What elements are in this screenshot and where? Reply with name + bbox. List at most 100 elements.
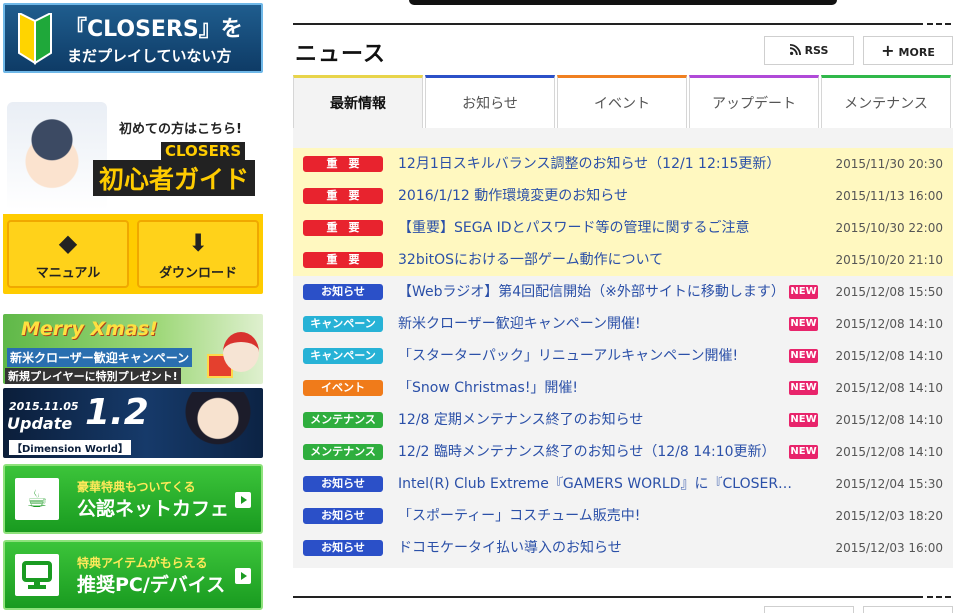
news-date: 2015/11/30 20:30 [835, 157, 943, 171]
manual-diamond-icon: ◆ [58, 229, 78, 257]
news-row[interactable]: イベント 「Snow Christmas!」開催! NEW 2015/12/08 14… [293, 372, 953, 404]
news-title-link[interactable]: 「Snow Christmas!」開催! [398, 380, 578, 396]
news-row[interactable]: キャンペーン 新米クローザー歓迎キャンペーン開催! NEW 2015/12/08 14… [293, 308, 953, 340]
news-title-link[interactable]: 12月1日スキルバランス調整のお知らせ（12/1 12:15更新） [398, 156, 780, 172]
news-heading: ニュース [295, 42, 386, 67]
coffee-cup-icon: ☕ [26, 485, 48, 513]
news-title-link[interactable]: 「スポーティー」コスチューム販売中! [398, 508, 640, 524]
next-section-rss-button[interactable] [764, 606, 854, 613]
new-badge: NEW [789, 317, 818, 331]
news-row[interactable]: キャンペーン 「スターターパック」リニューアルキャンペーン開催! NEW 2015/1… [293, 340, 953, 372]
news-row[interactable]: お知らせ 【Webラジオ】第4回配信開始（※外部サイトに移動します） NEW 2015… [293, 276, 953, 308]
rss-button[interactable]: RSS [764, 36, 854, 65]
net-cafe-banner-caption: 豪華特典もついてくる [77, 480, 196, 494]
download-button[interactable]: ⬇ ダウンロード [137, 220, 259, 288]
news-title-link[interactable]: 「スターターパック」リニューアルキャンペーン開催! [398, 348, 738, 364]
news-row[interactable]: 重 要 12月1日スキルバランス調整のお知らせ（12/1 12:15更新） 2015… [293, 148, 953, 180]
news-category-badge: イベント [303, 380, 383, 396]
net-cafe-icon-box: ☕ [15, 478, 59, 520]
news-row[interactable]: 重 要 32bitOSにおける一部ゲーム動作について 2015/10/20 21:1… [293, 244, 953, 276]
news-date: 2015/11/13 16:00 [835, 189, 943, 203]
tab-latest[interactable]: 最新情報 [293, 75, 423, 129]
news-title-link[interactable]: 【重要】SEGA IDとパスワード等の管理に関するご注意 [398, 220, 750, 236]
net-cafe-banner-title: 公認ネットカフェ [77, 498, 230, 520]
tab-maintenance[interactable]: メンテナンス [821, 75, 951, 129]
news-category-badge: メンテナンス [303, 444, 383, 460]
news-category-badge: 重 要 [303, 252, 383, 268]
xmas-banner-subtitle: 新米クローザー歓迎キャンペーン [7, 348, 193, 367]
plus-icon: + [881, 41, 895, 60]
news-category-badge: お知らせ [303, 508, 383, 524]
rss-button-label: RSS [804, 44, 829, 57]
arrow-right-icon [235, 492, 251, 508]
news-title-link[interactable]: 12/8 定期メンテナンス終了のお知らせ [398, 412, 643, 428]
news-row[interactable]: メンテナンス 12/2 臨時メンテナンス終了のお知らせ（12/8 14:10更新）… [293, 436, 953, 468]
news-category-badge: お知らせ [303, 540, 383, 556]
update-banner-world: 【Dimension World】 [9, 440, 131, 455]
news-date: 2015/12/08 15:50 [835, 285, 943, 299]
xmas-banner-title: Merry Xmas! [21, 318, 158, 340]
more-button[interactable]: + MORE [863, 36, 953, 65]
monitor-icon [22, 561, 52, 589]
tab-update[interactable]: アップデート [689, 75, 819, 129]
guide-header-area[interactable]: 初めての方はこちら! CLOSERS 初心者ガイド [3, 94, 263, 214]
news-category-badge: キャンペーン [303, 316, 383, 332]
left-banner-column: 『CLOSERS』を まだプレイしていない方 初めての方はこちら! CLOSER… [3, 0, 263, 613]
xmas-banner-caption: 新規プレイヤーに特別プレゼント! [5, 368, 181, 384]
next-section-rule [293, 596, 923, 598]
news-title-link[interactable]: 12/2 臨時メンテナンス終了のお知らせ（12/8 14:10更新） [398, 444, 776, 460]
update-banner-date: 2015.11.05 [9, 400, 79, 413]
news-category-badge: お知らせ [303, 284, 383, 300]
guide-character-illustration [7, 102, 107, 210]
tab-event[interactable]: イベント [557, 75, 687, 129]
beginner-guide-panel: 初めての方はこちら! CLOSERS 初心者ガイド ◆ マニュアル ⬇ ダウンロ… [3, 94, 263, 294]
recommended-pc-banner[interactable]: 特典アイテムがもらえる 推奨PC/デバイス [3, 540, 263, 610]
news-date: 2015/12/08 14:10 [835, 317, 943, 331]
news-row[interactable]: お知らせ 「スポーティー」コスチューム販売中! 2015/12/03 18:20 [293, 500, 953, 532]
new-badge: NEW [789, 413, 818, 427]
download-button-label: ダウンロード [158, 266, 237, 281]
news-date: 2015/12/04 15:30 [835, 477, 943, 491]
news-date: 2015/12/08 14:10 [835, 445, 943, 459]
news-title-link[interactable]: 32bitOSにおける一部ゲーム動作について [398, 252, 663, 268]
new-badge: NEW [789, 285, 818, 299]
beginner-banner[interactable]: 『CLOSERS』を まだプレイしていない方 [3, 3, 263, 73]
news-date: 2015/12/08 14:10 [835, 381, 943, 395]
news-date: 2015/10/20 21:10 [835, 253, 943, 267]
guide-intro-text: 初めての方はこちら! [119, 122, 242, 137]
news-category-badge: メンテナンス [303, 412, 383, 428]
next-section-more-button[interactable] [863, 606, 953, 613]
news-category-badge: キャンペーン [303, 348, 383, 364]
news-row[interactable]: 重 要【重要】SEGA IDとパスワード等の管理に関するご注意 2015/10/3… [293, 212, 953, 244]
arrow-right-icon [235, 568, 251, 584]
update-banner[interactable]: 2015.11.05 Update 1.2 【Dimension World】 [3, 388, 263, 458]
update-banner-version: 1.2 [85, 392, 149, 433]
news-tabs: 最新情報 お知らせ イベント アップデート メンテナンス [293, 75, 953, 129]
news-title-link[interactable]: ドコモケータイ払い導入のお知らせ [398, 540, 622, 556]
manual-button[interactable]: ◆ マニュアル [7, 220, 129, 288]
news-row[interactable]: お知らせ ドコモケータイ払い導入のお知らせ 2015/12/03 16:00 [293, 532, 953, 564]
news-row[interactable]: 重 要 2016/1/12 動作環境変更のお知らせ 2015/11/13 16:00 [293, 180, 953, 212]
news-header-dash [927, 23, 953, 25]
manual-button-label: マニュアル [35, 266, 101, 281]
news-row[interactable]: メンテナンス 12/8 定期メンテナンス終了のお知らせ NEW 2015/12/08 … [293, 404, 953, 436]
tab-notice[interactable]: お知らせ [425, 75, 555, 129]
news-category-badge: お知らせ [303, 476, 383, 492]
news-title-link[interactable]: 2016/1/12 動作環境変更のお知らせ [398, 188, 628, 204]
news-title-link[interactable]: Intel(R) Club Extreme『GAMERS WORLD』に『CLO… [398, 476, 793, 492]
more-button-label: MORE [898, 46, 935, 59]
guide-title-text: 初心者ガイド [93, 160, 256, 196]
news-category-badge: 重 要 [303, 188, 383, 204]
xmas-campaign-banner[interactable]: Merry Xmas! 新米クローザー歓迎キャンペーン 新規プレイヤーに特別プレ… [3, 314, 263, 384]
news-title-link[interactable]: 新米クローザー歓迎キャンペーン開催! [398, 316, 641, 332]
beginner-leaf-icon [18, 13, 52, 65]
news-section: ニュース RSS + MORE 最新情報 お知らせ イベント アップデート メンテ… [293, 0, 953, 613]
net-cafe-banner[interactable]: ☕ 豪華特典もついてくる 公認ネットカフェ [3, 464, 263, 534]
news-title-link[interactable]: 【Webラジオ】第4回配信開始（※外部サイトに移動します） [398, 284, 785, 300]
news-row[interactable]: お知らせ Intel(R) Club Extreme『GAMERS WORLD』に… [293, 468, 953, 500]
news-date: 2015/12/08 14:10 [835, 349, 943, 363]
new-badge: NEW [789, 445, 818, 459]
news-date: 2015/12/03 16:00 [835, 541, 943, 555]
recommended-pc-banner-title: 推奨PC/デバイス [77, 574, 226, 596]
news-category-badge: 重 要 [303, 220, 383, 236]
